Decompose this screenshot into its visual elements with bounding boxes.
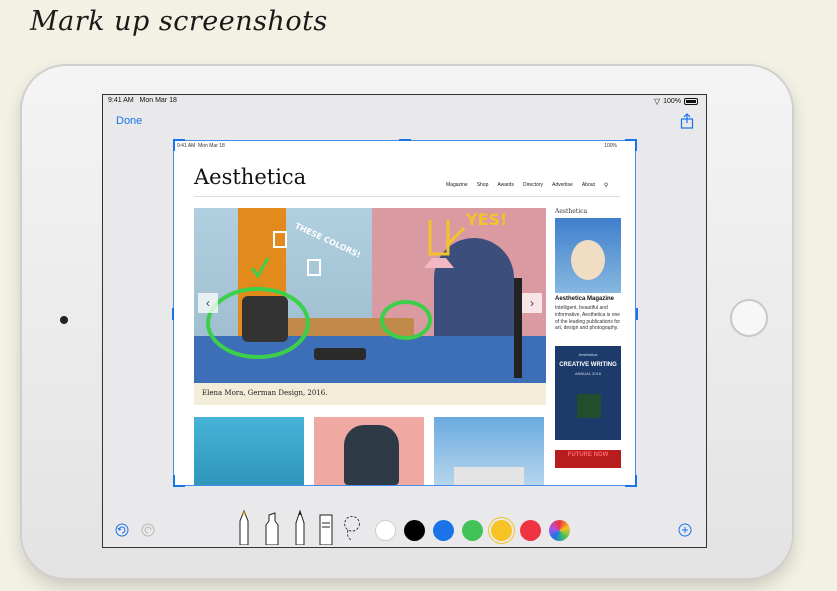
markup-drawings — [206, 220, 466, 359]
nav-advertise[interactable]: Advertise — [552, 182, 573, 189]
carousel-next-button[interactable]: › — [522, 293, 542, 313]
color-green-swatch[interactable] — [462, 520, 483, 541]
sidebar: Aesthetica Aesthetica Magazine Intellige… — [555, 208, 621, 485]
site-nav: Magazine Shop Awards Directory Advertise… — [446, 182, 608, 189]
headline: Mark up screenshots — [30, 6, 328, 37]
eraser-tool-icon[interactable] — [317, 509, 335, 545]
ipad-device: 9:41 AM Mon Mar 18 ▽ 100% Done 9:41 AM M… — [22, 66, 792, 578]
carousel-prev-button[interactable]: ‹ — [198, 293, 218, 313]
inner-battery-percent: 100% — [604, 143, 617, 149]
creative-writing-book[interactable]: Aesthetica CREATIVE WRITING ANNUAL 2016 — [555, 346, 621, 440]
status-time: 9:41 AM — [108, 97, 134, 104]
nav-directory[interactable]: Directory — [523, 182, 543, 189]
color-white-swatch[interactable] — [375, 520, 396, 541]
nav-shop[interactable]: Shop — [477, 182, 489, 189]
inner-status-date: Mon Mar 18 — [198, 143, 225, 149]
thumbnail-portrait[interactable] — [314, 417, 424, 485]
battery-icon — [684, 98, 698, 105]
ipad-screen: 9:41 AM Mon Mar 18 ▽ 100% Done 9:41 AM M… — [102, 94, 707, 548]
status-bar: 9:41 AM Mon Mar 18 ▽ 100% — [103, 95, 706, 107]
battery-percent: 100% — [663, 98, 681, 105]
color-red-swatch[interactable] — [520, 520, 541, 541]
hero-image: THESE COLORS! YES! ‹ › Elena Mora, Germa… — [194, 208, 546, 405]
pen-tool-icon[interactable] — [235, 509, 253, 545]
nav-awards[interactable]: Awards — [497, 182, 514, 189]
add-icon[interactable] — [678, 523, 692, 537]
crop-handle-top[interactable] — [399, 139, 411, 141]
nav-about[interactable]: About — [582, 182, 595, 189]
inner-status-time: 9:41 AM — [177, 143, 196, 149]
crop-handle-right[interactable] — [636, 308, 638, 320]
thumbnail-city[interactable] — [434, 417, 544, 485]
redo-icon[interactable] — [141, 523, 155, 537]
site-brand: Aesthetica — [194, 165, 307, 189]
thumbnail-row — [194, 417, 544, 485]
lasso-tool-icon[interactable] — [343, 509, 361, 545]
status-date: Mon Mar 18 — [139, 97, 177, 104]
screenshot-preview[interactable]: 9:41 AM Mon Mar 18 100% Aesthetica Magaz… — [173, 140, 636, 486]
markup-toolbar — [103, 509, 706, 549]
divider — [194, 196, 620, 197]
front-camera — [60, 316, 68, 324]
nav-magazine[interactable]: Magazine — [446, 182, 468, 189]
sidebar-magazine-name[interactable]: Aesthetica Magazine — [555, 296, 621, 302]
wifi-icon: ▽ — [653, 97, 661, 106]
pencil-tool-icon[interactable] — [291, 509, 309, 545]
future-now-book[interactable]: FUTURE NOW — [555, 450, 621, 468]
color-black-swatch[interactable] — [404, 520, 425, 541]
search-icon[interactable]: ⚲ — [604, 182, 608, 189]
color-yellow-swatch[interactable] — [491, 520, 512, 541]
crop-handle-left[interactable] — [172, 308, 174, 320]
marker-tool-icon[interactable] — [263, 509, 281, 545]
hero-caption: Elena Mora, German Design, 2016. — [202, 389, 328, 397]
sidebar-description: Intelligent, beautiful and informative, … — [555, 305, 621, 332]
thumbnail-building[interactable] — [194, 417, 304, 485]
sidebar-cover-title: Aesthetica — [555, 208, 588, 215]
annotation-yes: YES! — [466, 210, 508, 229]
color-blue-swatch[interactable] — [433, 520, 454, 541]
share-icon[interactable] — [680, 113, 694, 129]
done-button[interactable]: Done — [116, 115, 142, 127]
magazine-cover[interactable] — [555, 218, 621, 293]
undo-icon[interactable] — [115, 523, 129, 537]
home-button[interactable] — [730, 299, 768, 337]
color-picker-icon[interactable] — [549, 520, 570, 541]
